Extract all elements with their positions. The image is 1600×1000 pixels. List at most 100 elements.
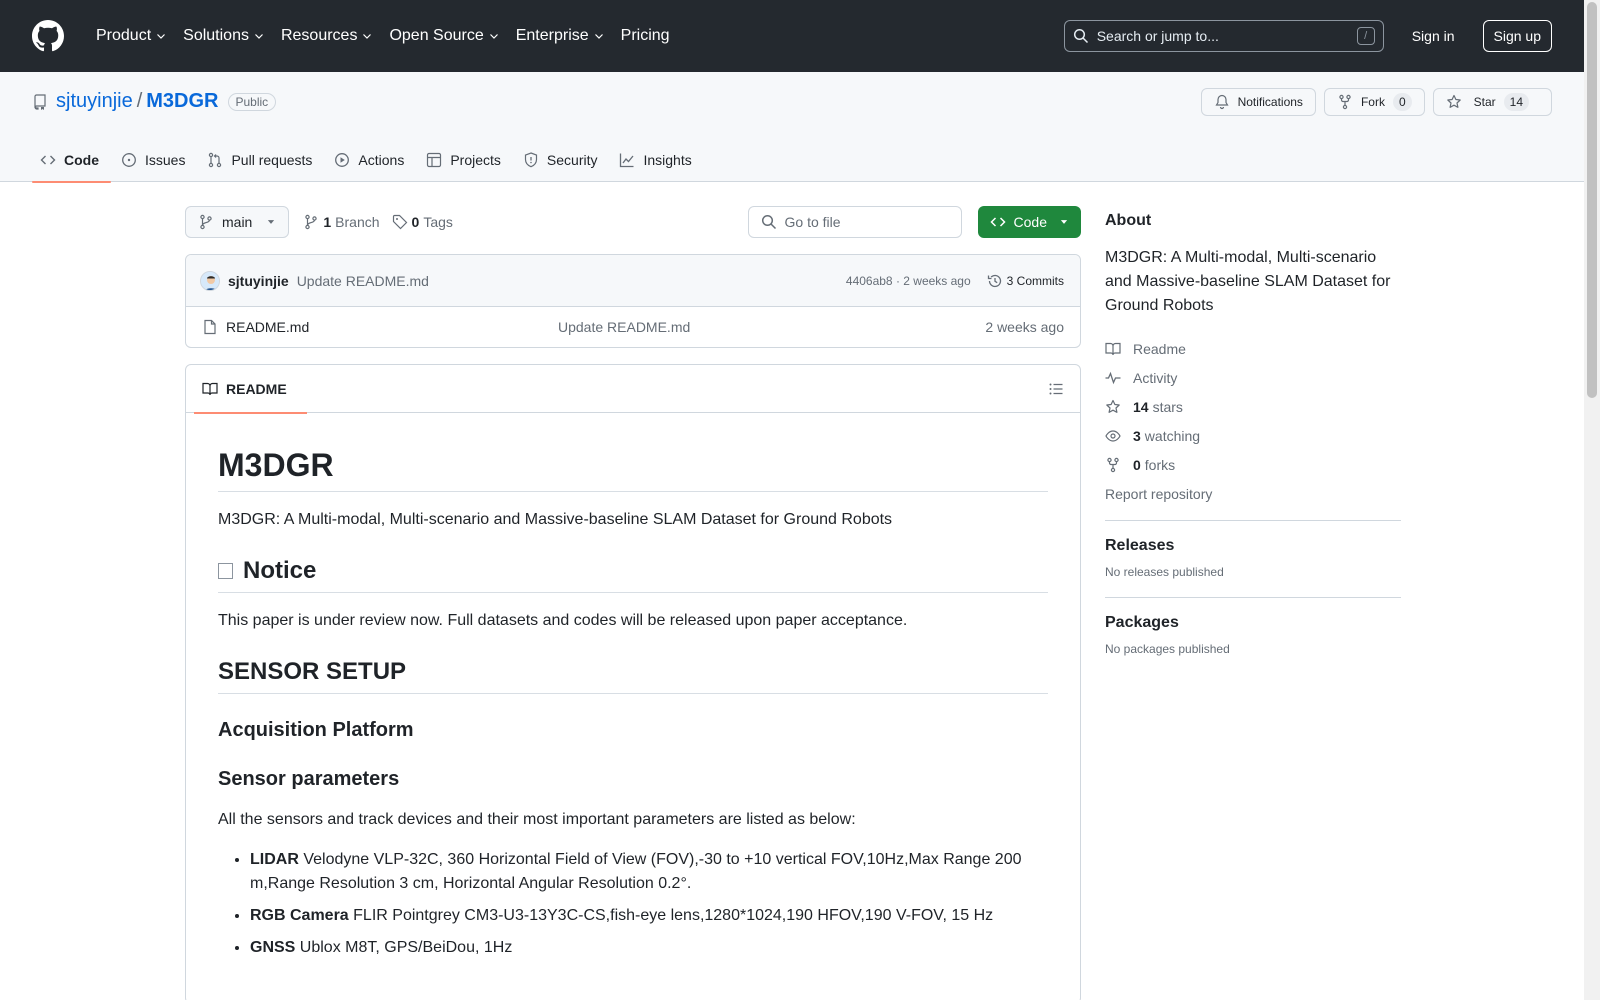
repo-path-separator: / — [136, 90, 143, 112]
tab-code-label: Code — [64, 152, 99, 168]
global-search-input[interactable]: Search or jump to... / — [1063, 20, 1384, 52]
history-icon — [987, 274, 1001, 287]
page-scrollbar[interactable] — [1584, 0, 1600, 1000]
tag-icon — [392, 214, 407, 230]
file-name-link[interactable]: README.md — [226, 319, 558, 335]
tab-projects[interactable]: Projects — [418, 138, 513, 182]
star-button[interactable]: Star 14 — [1432, 88, 1552, 116]
repo-owner-link[interactable]: sjtuyinjie — [56, 90, 133, 113]
repo-sidebar: About M3DGR: A Multi-modal, Multi-scenar… — [1105, 206, 1401, 656]
tab-security[interactable]: Security — [515, 138, 610, 182]
releases-heading[interactable]: Releases — [1105, 537, 1401, 555]
eye-icon — [1105, 429, 1121, 442]
author-avatar[interactable] — [200, 270, 220, 291]
tab-actions[interactable]: Actions — [326, 138, 416, 182]
watching-link[interactable]: 3 watching — [1105, 421, 1401, 450]
github-logo-icon[interactable] — [32, 20, 64, 52]
sensor-list: LIDAR Velodyne VLP-32C, 360 Horizontal F… — [218, 848, 1048, 960]
tab-security-label: Security — [546, 152, 598, 168]
stars-link[interactable]: 14 stars — [1105, 392, 1401, 421]
readme-header: README — [186, 365, 1080, 414]
tag-count-label: Tags — [423, 214, 453, 230]
file-commit-link[interactable]: Update README.md — [558, 319, 690, 335]
repo-tabs: Code Issues Pull requests Actions Projec… — [32, 138, 706, 183]
nav-solutions[interactable]: Solutions — [175, 16, 273, 56]
commit-author-link[interactable]: sjtuyinjie — [228, 273, 289, 289]
sensor-name: RGB Camera — [250, 907, 349, 924]
outline-button[interactable] — [1040, 373, 1072, 405]
code-icon — [989, 217, 1006, 227]
sensor-parameters-heading: Sensor parameters — [218, 768, 400, 790]
nav-product[interactable]: Product — [88, 16, 175, 56]
latest-commit-row: sjtuyinjie Update README.md 4406ab8 · 2 … — [186, 255, 1080, 307]
fork-icon — [1107, 457, 1119, 472]
stars-count: 14 — [1133, 398, 1149, 415]
pulse-icon — [1105, 371, 1121, 384]
global-header: Product Solutions Resources Open Source … — [0, 0, 1584, 72]
nav-solutions-label: Solutions — [183, 27, 249, 44]
scrollbar-thumb[interactable] — [1587, 2, 1597, 398]
readme-intro: M3DGR: A Multi-modal, Multi-scenario and… — [218, 511, 893, 528]
file-row[interactable]: README.md Update README.md 2 weeks ago — [186, 307, 1080, 347]
sensor-setup-heading: SENSOR SETUP — [218, 657, 1048, 694]
readme-tab[interactable]: README — [194, 365, 307, 414]
watching-count: 3 — [1133, 427, 1141, 444]
list-item: GNSS Ublox M8T, GPS/BeiDou, 1Hz — [250, 936, 1048, 960]
forks-link[interactable]: 0 forks — [1105, 450, 1401, 479]
tab-issues-label: Issues — [145, 152, 186, 168]
readme-content: M3DGR M3DGR: A Multi-modal, Multi-scenar… — [186, 413, 1080, 960]
notice-text: This paper is under review now. Full dat… — [218, 612, 908, 629]
star-count: 14 — [1503, 93, 1529, 111]
shield-icon — [524, 152, 538, 168]
table-icon — [427, 152, 442, 168]
nav-pricing[interactable]: Pricing — [613, 16, 678, 56]
stars-label: stars — [1152, 398, 1183, 415]
code-button[interactable]: Code — [977, 206, 1081, 238]
list-unordered-icon — [1049, 383, 1063, 394]
go-to-file-input[interactable]: Go to file — [747, 206, 962, 238]
tab-code[interactable]: Code — [32, 138, 111, 183]
commit-hash-date[interactable]: 4406ab8 · 2 weeks ago — [846, 274, 971, 288]
activity-link[interactable]: Activity — [1105, 363, 1401, 392]
file-toolbar: main 1 Branch 0 Tags Go to file Code — [185, 206, 1081, 238]
readme-title: M3DGR — [218, 445, 1048, 492]
sign-up-button[interactable]: Sign up — [1482, 20, 1552, 52]
commit-message-link[interactable]: Update README.md — [297, 273, 429, 289]
sensor-name: GNSS — [250, 939, 296, 956]
notice-heading: Notice — [218, 556, 1048, 593]
branch-selector[interactable]: main — [185, 206, 290, 238]
global-nav: Product Solutions Resources Open Source … — [88, 16, 678, 56]
issue-icon — [122, 153, 136, 167]
tab-insights[interactable]: Insights — [611, 138, 703, 182]
repo-name-link[interactable]: M3DGR — [146, 90, 218, 113]
sign-in-link[interactable]: Sign in — [1412, 28, 1455, 44]
nav-resources[interactable]: Resources — [273, 16, 381, 56]
acquisition-platform-heading: Acquisition Platform — [218, 719, 414, 741]
chevron-down-icon — [594, 34, 603, 39]
star-label: Star — [1473, 95, 1496, 109]
nav-open-source[interactable]: Open Source — [381, 16, 507, 56]
fork-button[interactable]: Fork 0 — [1323, 88, 1425, 116]
nav-pricing-label: Pricing — [620, 27, 670, 44]
play-icon — [335, 153, 350, 167]
branch-count-label: Branch — [335, 214, 380, 230]
notifications-label: Notifications — [1237, 95, 1303, 109]
nav-enterprise[interactable]: Enterprise — [508, 16, 613, 56]
report-repository-link[interactable]: Report repository — [1105, 479, 1401, 508]
divider — [1105, 520, 1401, 521]
search-icon — [1073, 28, 1088, 44]
packages-heading[interactable]: Packages — [1105, 614, 1401, 632]
nav-open-source-label: Open Source — [389, 27, 484, 44]
chevron-down-icon — [255, 34, 263, 39]
tab-pull-requests[interactable]: Pull requests — [199, 138, 324, 182]
tags-link[interactable]: 0 Tags — [392, 214, 453, 230]
repo-title: sjtuyinjie / M3DGR Public — [32, 90, 277, 113]
readme-link[interactable]: Readme — [1105, 334, 1401, 363]
commits-history-link[interactable]: 3 Commits — [987, 273, 1064, 289]
branches-link[interactable]: 1 Branch — [303, 214, 380, 230]
tab-issues[interactable]: Issues — [113, 138, 197, 182]
star-icon — [1446, 94, 1461, 108]
code-icon — [40, 155, 56, 165]
divider — [1105, 597, 1401, 598]
notifications-button[interactable]: Notifications — [1200, 88, 1316, 116]
